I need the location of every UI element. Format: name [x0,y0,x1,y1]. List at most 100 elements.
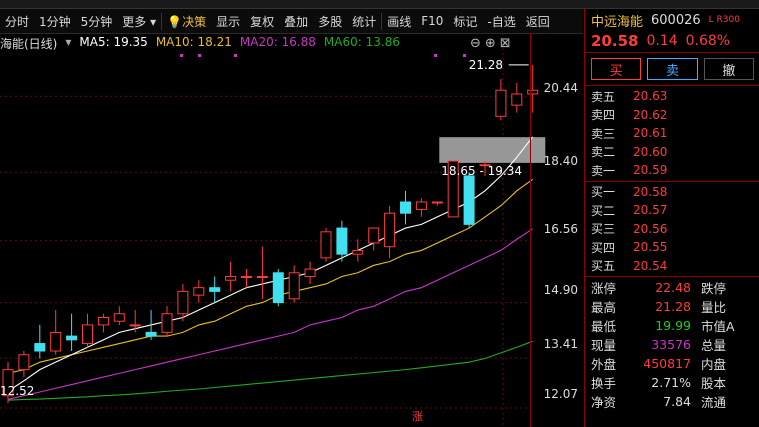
collapse-icon[interactable]: ▾ [65,35,71,51]
trade-buttons: 买 卖 撤 [585,54,759,84]
chevron-down-icon: ▾ [150,14,157,29]
toolbar-decision[interactable]: 💡决策 [161,12,211,30]
candle-body [256,276,268,279]
candle-body [177,290,189,315]
stock-header: 中远海能 600026 L R300 [585,9,759,31]
gap-label: 18.65 - 19.34 [441,164,522,178]
top-tab-strip [0,0,759,9]
last-price: 20.58 [591,32,639,50]
candle-body [18,354,30,371]
candle-body [352,249,364,255]
bid-label: 买二 [591,203,616,218]
ask-row[interactable]: 卖一 20.59 [585,161,759,180]
ytick: 12.07 [543,387,578,401]
candle-body [463,175,475,225]
toolbar-watchlist[interactable]: -自选 [482,13,520,30]
ytick: 16.56 [543,222,578,236]
toolbar-more-label: 更多 [122,14,147,29]
stat-key2: 跌停 [701,281,727,296]
quote-panel: 中远海能 600026 L R300 20.58 0.14 0.68% 买 卖 … [584,9,759,427]
stock-code: 600026 [651,12,701,28]
stat-key2: 量比 [701,300,727,315]
toolbar-1min[interactable]: 1分钟 [34,13,76,30]
ma20-line [7,228,534,400]
stat-key2: 市值A [701,319,735,334]
toolbar-back[interactable]: 返回 [521,13,555,30]
candle-body [320,231,332,259]
stat-key: 净资 [591,395,617,410]
stat-key2: 内盘 [701,357,727,372]
stat-row: 外盘 450817 内盘 [585,354,759,373]
bid-row[interactable]: 买四 20.55 [585,238,759,257]
bid-label: 买四 [591,240,616,255]
stock-name: 中远海能 [591,14,644,30]
stat-value: 22.48 [655,280,691,295]
ask-row[interactable]: 卖二 20.60 [585,143,759,162]
toolbar-draw[interactable]: 画线 [381,12,416,30]
ask-price: 20.60 [633,144,668,159]
ma60-line [7,340,533,401]
limit-up-marker: 涨 [412,410,423,423]
stat-key: 外盘 [591,357,617,372]
toolbar-mark[interactable]: 标记 [448,13,482,30]
stat-row: 最高 21.28 量比 [585,297,759,316]
bid-label: 买五 [591,259,616,274]
toolbar-overlay[interactable]: 叠加 [279,13,313,30]
buy-button[interactable]: 买 [591,58,642,80]
bid-row[interactable]: 买二 20.57 [585,201,759,220]
ytick: 18.40 [543,154,578,168]
stat-row: 净资 7.84 流通 [585,392,759,411]
toolbar-multi[interactable]: 多股 [313,13,347,30]
candle-body [34,343,46,352]
candle-body [304,268,316,278]
ask-row[interactable]: 卖四 20.62 [585,106,759,125]
bid-price: 20.57 [633,203,668,218]
signal-dot [198,54,201,57]
stats-block: 涨停 22.48 跌停 最高 21.28 量比 最低 19.99 市值A 现量 33576 总量… [585,278,759,411]
candle-body [161,313,173,333]
kline-chart[interactable]: 21.28 18.65 - 19.34 12.52 涨 [0,33,583,427]
stat-value: 450817 [643,356,691,371]
candle-body [272,272,284,304]
bid-price: 20.56 [633,221,668,236]
price-axis: 20.44 18.40 16.56 14.90 13.41 12.07 [530,33,584,427]
toolbar-more[interactable]: 更多 ▾ [117,13,161,30]
legend-ma60: MA60: 13.86 [323,35,400,49]
toolbar-adjust[interactable]: 复权 [245,13,279,30]
chart-toolbar: 分时 1分钟 5分钟 更多 ▾ 💡决策 显示 复权 叠加 多股 统计 画线 F1… [0,9,583,34]
chart-ctrl-icons[interactable]: ⊖⊕⊠ [470,36,515,51]
high-label: 21.28 [469,58,503,72]
order-book-asks: 卖五 20.63 卖四 20.62 卖三 20.61 卖二 20.60 卖一 20.59 [585,87,759,180]
ask-row[interactable]: 卖五 20.63 [585,87,759,106]
candle-body [50,331,62,352]
stat-row: 现量 33576 总量 [585,335,759,354]
candle-body [288,272,300,300]
ytick: 14.90 [543,283,578,297]
lightbulb-icon: 💡 [167,14,183,29]
bid-row[interactable]: 买五 20.54 [585,257,759,276]
stat-value: 19.99 [655,318,691,333]
legend-ma5: MA5: 19.35 [79,35,148,49]
bid-row[interactable]: 买一 20.58 [585,183,759,202]
candle-body [145,331,157,337]
cancel-button[interactable]: 撤 [703,58,754,80]
toolbar-stats[interactable]: 统计 [347,13,381,30]
candle-body [129,324,141,327]
ytick: 13.41 [543,337,578,351]
order-book-bids: 买一 20.58 买二 20.57 买三 20.56 买四 20.55 买五 20.54 [585,183,759,276]
stat-key: 现量 [591,338,617,353]
low-label: 12.52 [0,384,34,398]
bid-row[interactable]: 买三 20.56 [585,220,759,239]
ma-legend: 海能(日线) ▾ MA5: 19.35 MA10: 18.21 MA20: 16… [0,35,400,51]
toolbar-timeshare[interactable]: 分时 [0,13,34,30]
stat-key: 涨停 [591,281,617,296]
price-change: 0.14 [646,33,678,49]
toolbar-display[interactable]: 显示 [211,13,245,30]
stat-key: 最高 [591,300,617,315]
sell-button[interactable]: 卖 [647,58,698,80]
stat-row: 换手 2.71% 股本 [585,373,759,392]
candle-body [336,227,348,255]
ask-row[interactable]: 卖三 20.61 [585,124,759,143]
toolbar-f10[interactable]: F10 [416,14,448,28]
toolbar-5min[interactable]: 5分钟 [76,13,118,30]
